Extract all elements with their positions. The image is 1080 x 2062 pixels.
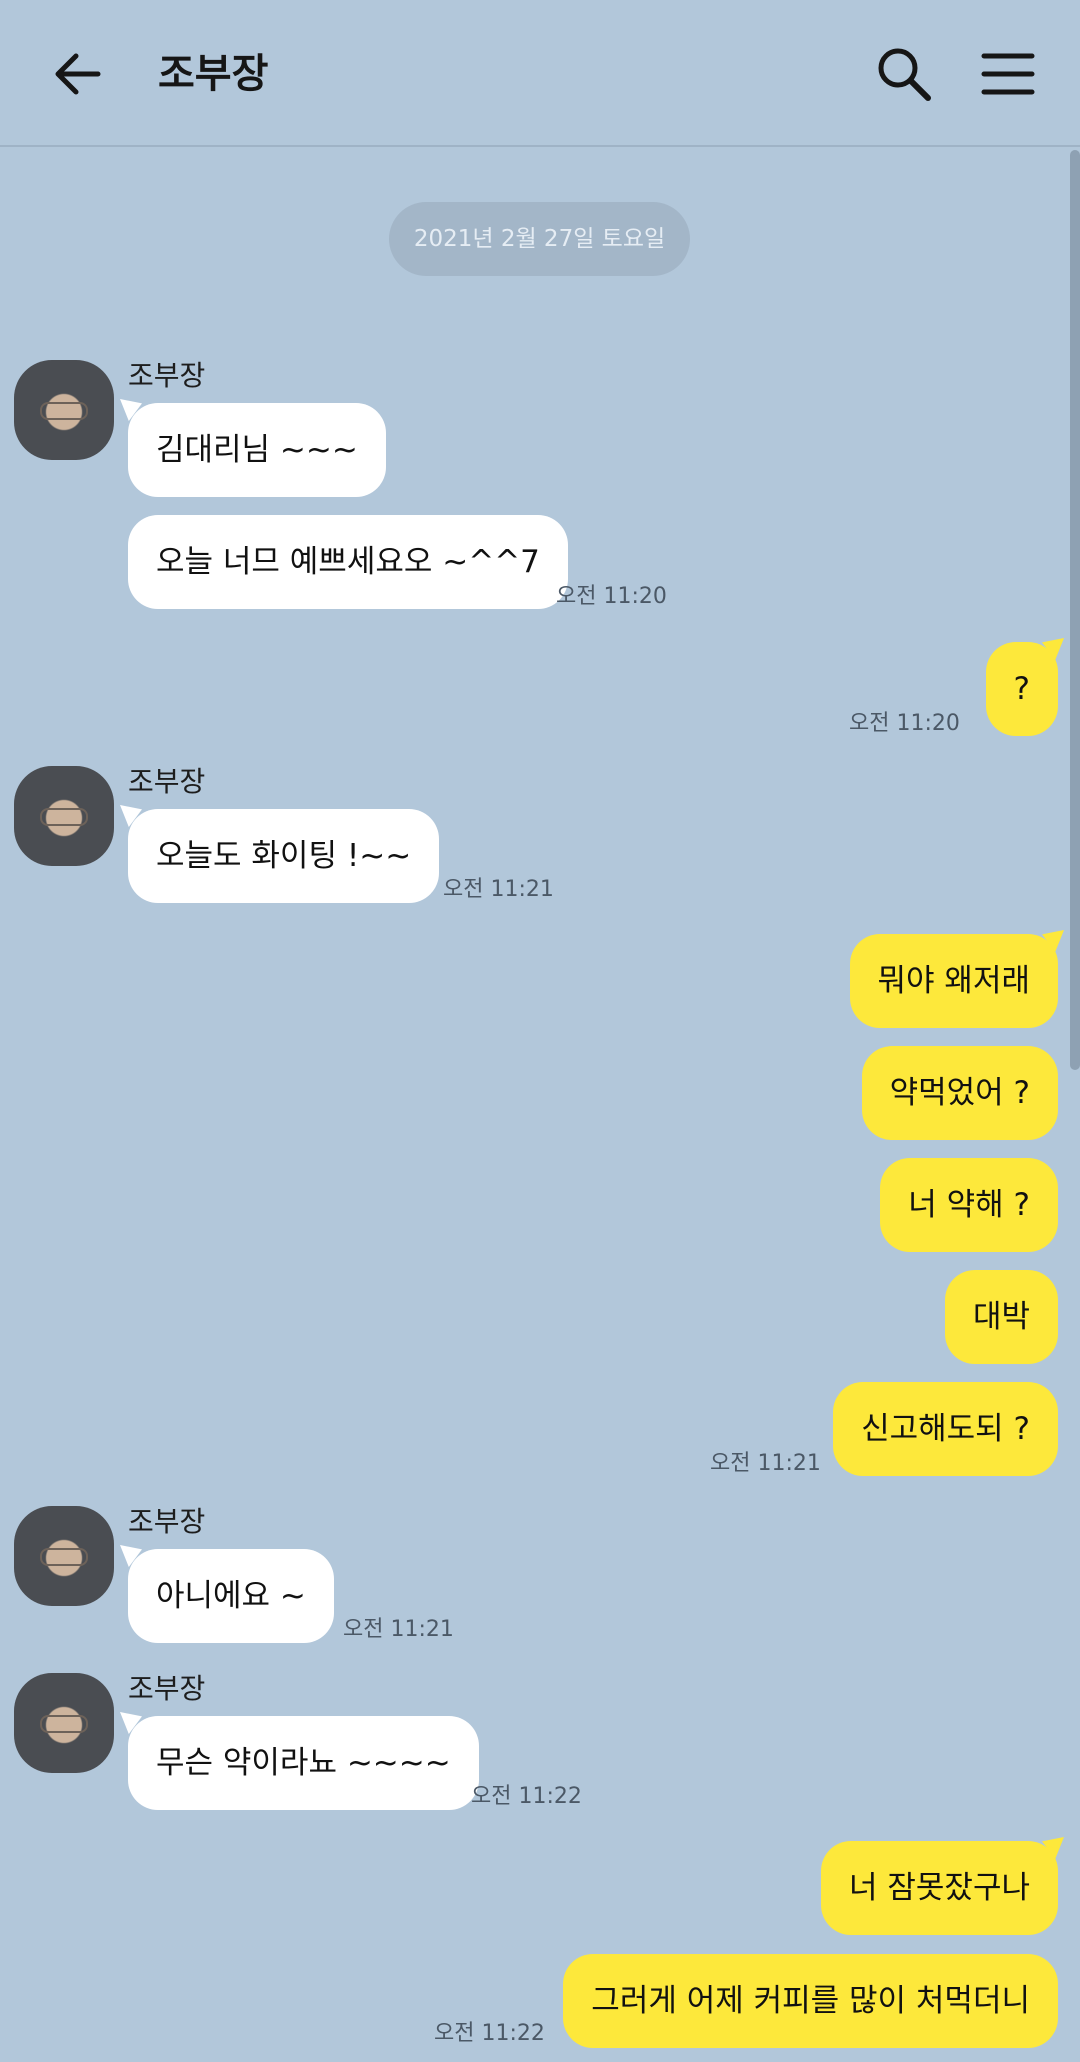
chat-title: 조부장	[158, 51, 269, 97]
search-icon[interactable]	[872, 42, 936, 106]
message-timestamp: 오전 11:21	[710, 1451, 821, 1476]
sender-name: 조부장	[128, 765, 206, 798]
incoming-message[interactable]: 김대리님 ~~~	[128, 403, 386, 497]
back-arrow-icon[interactable]	[48, 44, 108, 104]
sender-name: 조부장	[128, 1505, 206, 1538]
message-timestamp: 오전 11:20	[849, 711, 960, 736]
avatar[interactable]	[14, 360, 114, 460]
avatar[interactable]	[14, 1673, 114, 1773]
message-timestamp: 오전 11:22	[434, 2021, 545, 2046]
outgoing-message[interactable]: 너 잠못잤구나	[821, 1841, 1058, 1935]
outgoing-message[interactable]: 그러게 어제 커피를 많이 처먹더니	[563, 1954, 1058, 2048]
outgoing-message[interactable]: 약먹었어 ?	[861, 1046, 1058, 1140]
outgoing-message[interactable]: 뭐야 왜저래	[849, 934, 1058, 1028]
hamburger-menu-icon[interactable]	[978, 44, 1038, 104]
outgoing-message[interactable]: 너 약해 ?	[880, 1158, 1058, 1252]
incoming-message[interactable]: 무슨 약이라뇨 ~~~~	[128, 1716, 479, 1810]
outgoing-message[interactable]: 대박	[944, 1270, 1058, 1364]
avatar[interactable]	[14, 766, 114, 866]
message-timestamp: 오전 11:20	[556, 584, 667, 609]
incoming-message[interactable]: 오늘도 화이팅 !~~	[128, 809, 440, 903]
chat-header: 조부장	[0, 0, 1080, 147]
outgoing-message[interactable]: ?	[985, 642, 1058, 736]
incoming-message[interactable]: 아니에요 ~	[128, 1549, 334, 1643]
scrollbar[interactable]	[1070, 150, 1080, 1070]
outgoing-message[interactable]: 신고해도되 ?	[833, 1382, 1058, 1476]
sender-name: 조부장	[128, 359, 206, 392]
date-divider: 2021년 2월 27일 토요일	[389, 202, 690, 276]
incoming-message[interactable]: 오늘 너므 예쁘세요오 ~^^7	[128, 515, 568, 609]
message-timestamp: 오전 11:21	[343, 1617, 454, 1642]
sender-name: 조부장	[128, 1672, 206, 1705]
message-timestamp: 오전 11:22	[471, 1784, 582, 1809]
avatar[interactable]	[14, 1506, 114, 1606]
message-timestamp: 오전 11:21	[443, 877, 554, 902]
